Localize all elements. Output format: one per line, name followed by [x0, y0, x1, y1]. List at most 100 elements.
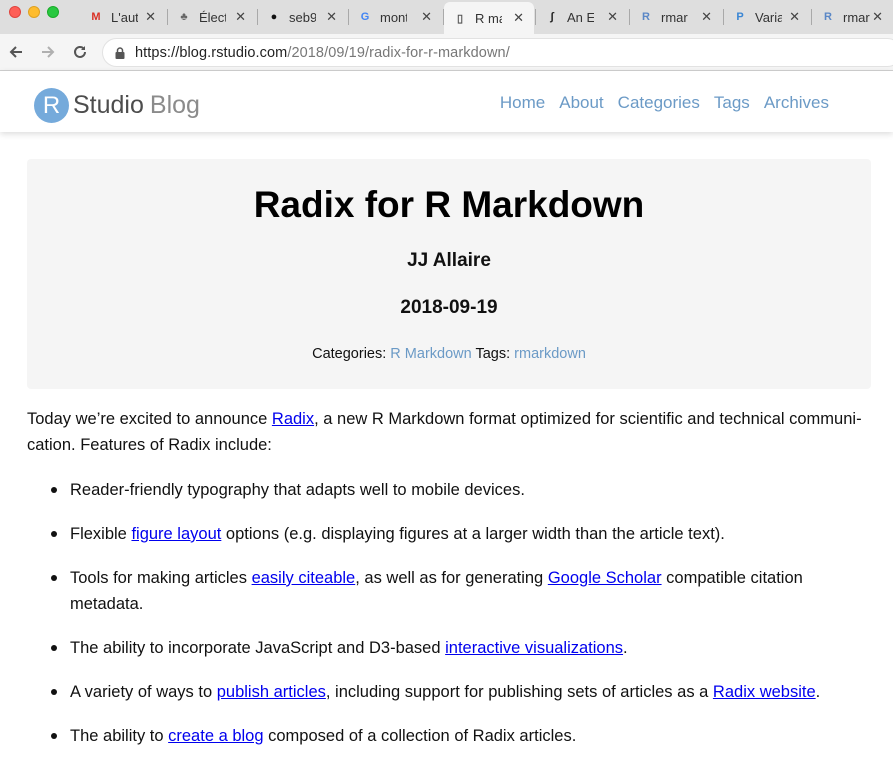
browser-tab[interactable]: Rrmar ✕ [812, 4, 893, 30]
category-link[interactable]: R Markdown [390, 346, 471, 362]
arrow-right-icon [42, 46, 55, 58]
feature-item: The ability to incorporate JavaScript an… [27, 635, 872, 661]
browser-tab[interactable]: ∫ An El ✕ [536, 4, 628, 30]
feature-text: options (e.g. displaying figures at a la… [221, 525, 725, 543]
nav-categories[interactable]: Categories [618, 93, 700, 113]
feature-link[interactable]: Google Scholar [548, 569, 662, 587]
feature-text: composed of a collection of Radix articl… [263, 727, 577, 745]
tab-title: rmar [843, 9, 870, 25]
logo-suffix: Blog [149, 91, 200, 119]
tab-close-icon[interactable]: ✕ [326, 9, 337, 25]
nav-home[interactable]: Home [500, 93, 545, 113]
gmail-icon: M [91, 11, 101, 23]
post-date: 2018-09-19 [400, 297, 498, 318]
tab-title: mont [380, 9, 407, 25]
post-author: JJ Allaire [407, 250, 491, 271]
r-logo-icon: R [824, 11, 832, 23]
lock-icon [115, 47, 125, 59]
feature-link[interactable]: interactive visualizations [445, 639, 623, 657]
github-icon: ● [270, 11, 278, 23]
post-meta: Categories: R Markdown Tags: rmarkdown [27, 346, 871, 362]
tab-close-icon[interactable]: ✕ [607, 9, 618, 25]
feature-text: The ability to incorporate JavaScript an… [70, 639, 446, 657]
feature-item: Flexible figure layout options (e.g. dis… [27, 521, 872, 547]
p-logo-icon: P [736, 11, 744, 23]
forward-button[interactable] [38, 42, 58, 62]
arrow-left-icon [9, 46, 22, 58]
r-logo-icon: R [642, 11, 650, 23]
browser-tab[interactable]: ● seb9 ✕ [258, 4, 347, 30]
tab-close-icon[interactable]: ✕ [145, 9, 156, 25]
address-bar[interactable]: https://blog.rstudio.com/2018/09/19/radi… [102, 38, 893, 67]
feature-text: Flexible [70, 525, 132, 543]
tab-title: An El [567, 9, 594, 25]
url-host: https://blog.rstudio.com [135, 45, 288, 61]
browser-tab-strip: ML'aut✕♣Élect✕●seb9✕Gmont✕▯R ma✕∫An El✕R… [0, 0, 893, 34]
feature-text: The ability to [70, 727, 169, 745]
feature-text: Reader-friendly typography that adapts w… [70, 481, 525, 499]
browser-tab[interactable]: M L'aut ✕ [80, 4, 166, 30]
feature-link[interactable]: publish articles [217, 683, 326, 701]
browser-tab[interactable]: Gmont ✕ [349, 4, 442, 30]
r-logo-icon: R [34, 88, 69, 123]
rstudio-blog-logo[interactable]: R Studio Blog [34, 88, 200, 123]
site-nav: Home About Categories Tags Archives [486, 93, 829, 113]
feature-item: Reader-friendly typography that adapts w… [27, 477, 872, 503]
browser-tab[interactable]: Rrmarl ✕ [630, 4, 722, 30]
reload-icon [74, 45, 86, 58]
feature-item: A variety of ways to publish articles, i… [27, 679, 872, 705]
feature-link[interactable]: create a blog [168, 727, 263, 745]
tab-title: seb9 [289, 9, 316, 25]
tab-close-icon[interactable]: ✕ [789, 9, 800, 25]
back-button[interactable] [6, 42, 26, 62]
browser-tab[interactable]: P Varia ✕ [724, 4, 810, 30]
feature-text: Tools for making articles [70, 569, 252, 587]
feature-text: , including support for publishing sets … [325, 683, 713, 701]
browser-tab[interactable]: ▯ R ma ✕ [444, 2, 534, 34]
feature-link[interactable]: Radix website [713, 683, 816, 701]
minimize-window-button[interactable] [28, 6, 40, 18]
browser-tab[interactable]: ♣ Élect ✕ [168, 4, 256, 30]
feature-text: A variety of ways to [70, 683, 217, 701]
tree-icon: ♣ [180, 11, 188, 23]
tab-close-icon[interactable]: ✕ [235, 9, 246, 25]
zoom-window-button[interactable] [47, 6, 59, 18]
tab-close-icon[interactable]: ✕ [513, 10, 524, 26]
google-icon: G [360, 11, 370, 23]
nav-archives[interactable]: Archives [764, 93, 829, 113]
feature-text: . [815, 683, 821, 701]
feature-text: , as well as for generating [355, 569, 548, 587]
url-text: https://blog.rstudio.com/2018/09/19/radi… [135, 45, 510, 61]
feature-item: The ability to create a blog composed of… [27, 723, 872, 749]
tab-close-icon[interactable]: ✕ [421, 9, 432, 25]
tag-link[interactable]: rmarkdown [514, 346, 586, 362]
feature-list: Reader-friendly typography that adapts w… [27, 477, 872, 767]
tab-title: Varia [755, 9, 782, 25]
post-header: Radix for R Markdown JJ Allaire 2018-09-… [27, 159, 871, 389]
intro-paragraph: Today we’re excited to announce Radix, a… [27, 406, 872, 458]
tab-close-icon[interactable]: ✕ [872, 9, 883, 25]
intro-text-before: Today we’re excited to announce [27, 410, 272, 428]
radix-link[interactable]: Radix [272, 410, 314, 428]
close-window-button[interactable] [9, 6, 21, 18]
categories-label: Categories: [312, 346, 387, 362]
feature-link[interactable]: figure layout [131, 525, 221, 543]
tab-title: R ma [475, 10, 502, 26]
nav-tags[interactable]: Tags [714, 93, 750, 113]
nav-about[interactable]: About [559, 93, 603, 113]
url-path: /2018/09/19/radix-for-r-markdown/ [287, 45, 510, 61]
integral-icon: ∫ [550, 11, 554, 23]
tags-label: Tags: [475, 346, 511, 362]
site-header: R Studio Blog Home About Categories Tags… [0, 71, 893, 132]
feature-text: . [623, 639, 628, 657]
tab-title: Élect [199, 9, 226, 25]
reload-button[interactable] [70, 42, 90, 62]
feature-item: Tools for making articles easily citeabl… [27, 565, 872, 617]
document-icon: ▯ [456, 12, 464, 25]
logo-name: Studio [73, 91, 144, 119]
feature-link[interactable]: easily citeable [252, 569, 356, 587]
tab-title: rmarl [661, 9, 688, 25]
tab-close-icon[interactable]: ✕ [701, 9, 712, 25]
post-title: Radix for R Markdown [253, 184, 645, 225]
browser-toolbar: https://blog.rstudio.com/2018/09/19/radi… [0, 34, 893, 71]
